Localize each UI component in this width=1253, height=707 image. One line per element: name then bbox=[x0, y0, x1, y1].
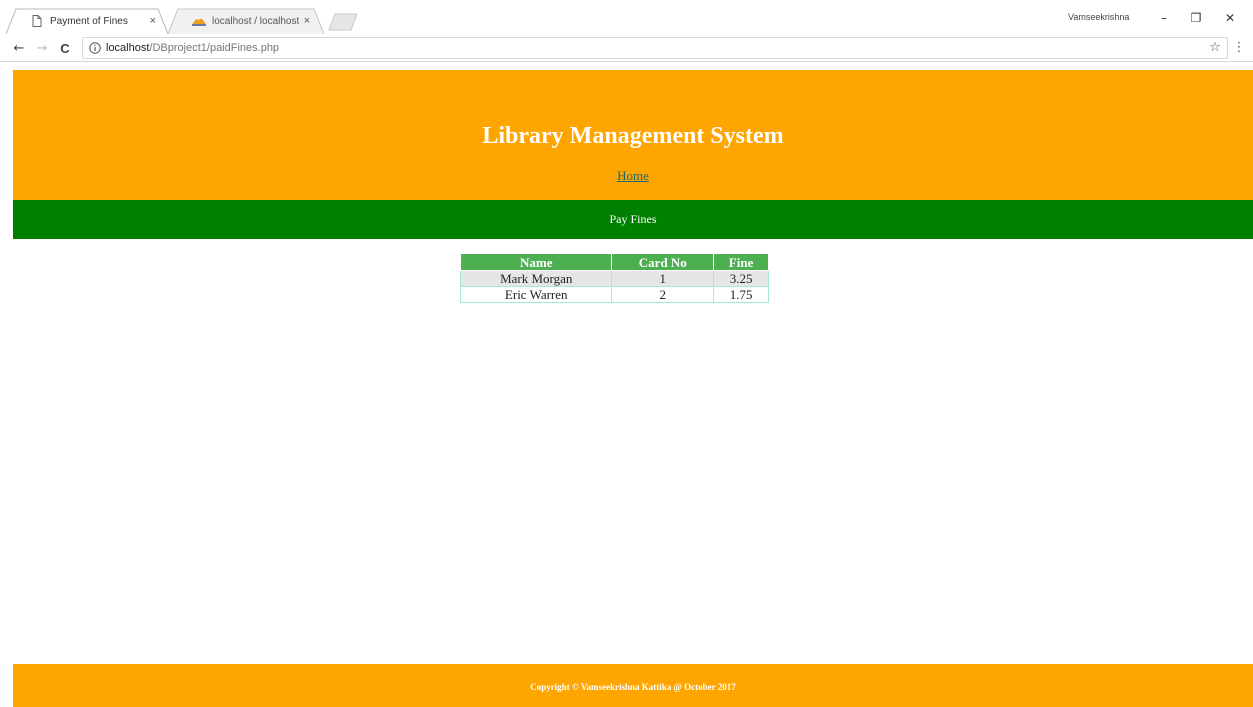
restore-icon[interactable]: ❐ bbox=[1184, 8, 1208, 28]
new-tab-button[interactable] bbox=[325, 8, 365, 34]
nav-bar: Pay Fines bbox=[13, 200, 1253, 239]
address-path: /DBproject1/paidFines.php bbox=[149, 42, 280, 54]
page-icon bbox=[30, 14, 44, 28]
cell-card-no: 2 bbox=[611, 286, 715, 303]
tab-close-icon[interactable]: × bbox=[150, 15, 156, 27]
table-row: Eric Warren 2 1.75 bbox=[459, 286, 769, 303]
info-icon[interactable] bbox=[89, 42, 101, 54]
copyright-text: Copyright © Vamseekrishna Kattika @ Octo… bbox=[530, 682, 736, 692]
page-content: Library Management System Home Pay Fines… bbox=[0, 62, 1253, 707]
close-window-icon[interactable]: ✕ bbox=[1218, 8, 1242, 28]
table-row: Mark Morgan 1 3.25 bbox=[459, 270, 769, 287]
cell-fine: 3.25 bbox=[713, 270, 769, 287]
tab-payment-of-fines[interactable]: Payment of Fines × bbox=[6, 8, 174, 34]
browser-titlebar: Payment of Fines × localhost / localhost… bbox=[0, 0, 1253, 34]
tab-close-icon[interactable]: × bbox=[304, 15, 310, 27]
minimize-icon[interactable]: – bbox=[1152, 8, 1176, 28]
menu-icon[interactable]: ⋮ bbox=[1232, 37, 1246, 57]
new-tab-shape bbox=[328, 13, 358, 31]
reload-icon[interactable]: C bbox=[56, 39, 74, 57]
address-bar[interactable]: localhost/DBproject1/paidFines.php bbox=[82, 37, 1228, 59]
tab-title: localhost / localhost / lib bbox=[212, 15, 300, 27]
fines-table: Name Card No Fine Mark Morgan 1 3.25 Eri… bbox=[459, 253, 769, 303]
cell-fine: 1.75 bbox=[713, 286, 769, 303]
browser-toolbar: ← → C localhost/DBproject1/paidFines.php… bbox=[0, 34, 1253, 62]
home-link-container: Home bbox=[13, 167, 1253, 185]
address-host: localhost bbox=[106, 42, 150, 54]
site-title: Library Management System bbox=[482, 123, 784, 149]
back-arrow-icon[interactable]: ← bbox=[10, 39, 28, 57]
table-header-row: Name Card No Fine bbox=[459, 253, 769, 271]
nav-pay-fines[interactable]: Pay Fines bbox=[609, 200, 656, 239]
forward-arrow-icon[interactable]: → bbox=[33, 39, 51, 57]
site-footer: Copyright © Vamseekrishna Kattika @ Octo… bbox=[13, 664, 1253, 707]
bookmark-star-icon[interactable]: ☆ bbox=[1206, 37, 1224, 57]
phpmyadmin-icon bbox=[192, 14, 206, 28]
column-header-fine: Fine bbox=[713, 253, 769, 271]
cell-name: Eric Warren bbox=[459, 286, 613, 303]
home-link[interactable]: Home bbox=[617, 168, 649, 183]
tab-phpmyadmin[interactable]: localhost / localhost / lib × bbox=[168, 8, 328, 34]
column-header-name: Name bbox=[459, 253, 613, 271]
cell-name: Mark Morgan bbox=[459, 270, 613, 287]
site-header: Library Management System Home bbox=[13, 70, 1253, 200]
cell-card-no: 1 bbox=[611, 270, 715, 287]
tab-title: Payment of Fines bbox=[50, 15, 128, 27]
column-header-card-no: Card No bbox=[611, 253, 715, 271]
profile-name[interactable]: Vamseekrishna bbox=[1068, 12, 1129, 22]
